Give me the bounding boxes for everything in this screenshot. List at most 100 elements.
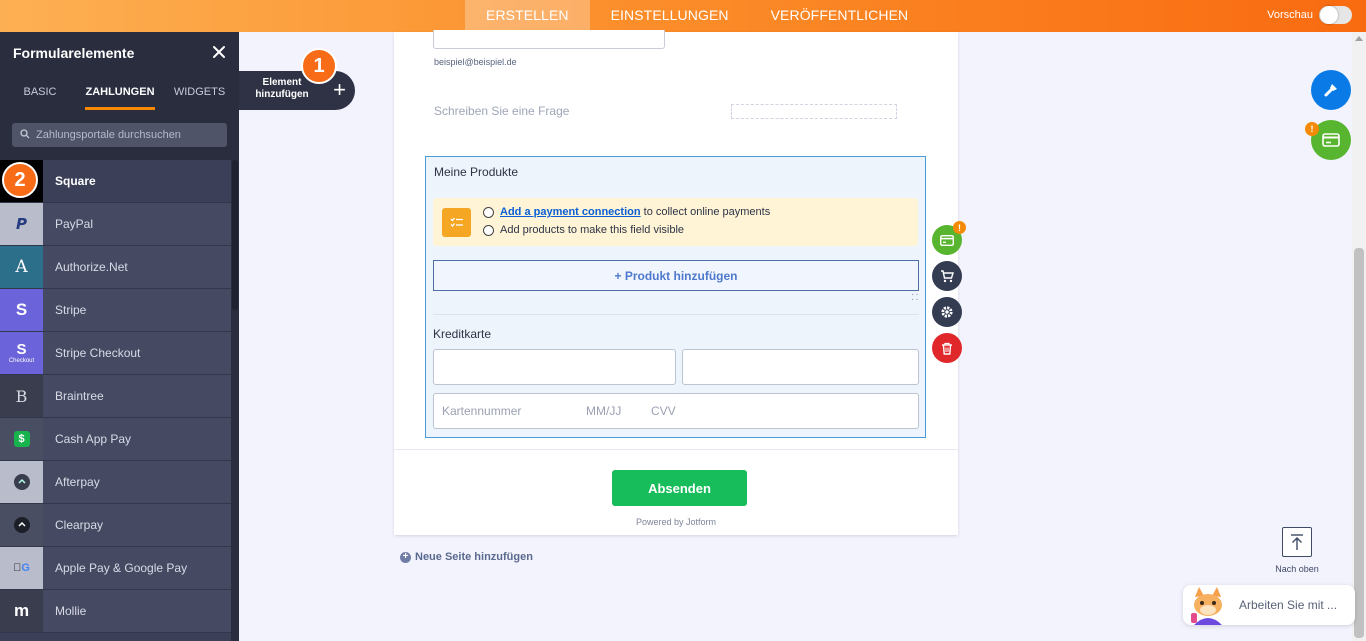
plus-icon: + xyxy=(333,77,346,102)
credit-card-label: Kreditkarte xyxy=(433,327,492,341)
expiry-placeholder: MM/JJ xyxy=(586,404,622,418)
list-item-label: PayPal xyxy=(55,217,94,231)
divider xyxy=(394,449,958,450)
list-item-label: Stripe xyxy=(55,303,87,317)
divider xyxy=(433,314,919,315)
list-item-label: Mollie xyxy=(55,604,87,618)
notice-line-2: Add products to make this field visible xyxy=(483,224,684,236)
preview-control: Vorschau xyxy=(1267,6,1352,24)
payment-gateway-list: Square P PayPal A Authorize.Net S Stripe… xyxy=(0,160,231,633)
preview-toggle[interactable] xyxy=(1319,6,1352,24)
empty-answer-placeholder xyxy=(731,104,897,119)
checklist-icon xyxy=(442,208,471,237)
list-item-label: Authorize.Net xyxy=(55,260,128,274)
card-number-placeholder: Kartennummer xyxy=(442,404,522,418)
toggle-knob xyxy=(1320,6,1338,24)
main-tabs: ERSTELLEN EINSTELLUNGEN VERÖFFENTLICHEN xyxy=(465,0,929,32)
notice-line-1: Add a payment connection to collect onli… xyxy=(483,206,770,218)
ai-assistant-chat[interactable]: Arbeiten Sie mit ... xyxy=(1183,585,1355,625)
add-product-button[interactable]: + Produkt hinzufügen xyxy=(433,260,919,291)
preview-label: Vorschau xyxy=(1267,9,1313,21)
scroll-up-arrow-icon[interactable] xyxy=(1355,36,1363,41)
tab-basic[interactable]: BASIC xyxy=(0,74,80,113)
drag-handle-icon[interactable]: ·· ·· xyxy=(911,290,920,305)
add-element-label-line2: hinzufügen xyxy=(255,89,309,100)
card-number-input[interactable]: Kartennummer MM/JJ CVV xyxy=(433,393,919,429)
close-icon[interactable] xyxy=(212,43,226,64)
add-payment-connection-link[interactable]: Add a payment connection xyxy=(500,206,641,218)
sidebar-header: Formularelemente xyxy=(0,32,239,74)
form-elements-sidebar: Formularelemente BASIC ZAHLUNGEN WIDGETS… xyxy=(0,32,239,641)
list-item-label: Braintree xyxy=(55,389,104,403)
list-item-label: Stripe Checkout xyxy=(55,346,141,360)
step-badge-1: 1 xyxy=(301,48,337,84)
list-item-stripe[interactable]: S Stripe xyxy=(0,289,231,332)
sidebar-scrollbar[interactable] xyxy=(231,160,239,641)
stripe-checkout-sublabel: Checkout xyxy=(8,357,35,364)
tab-zahlungen[interactable]: ZAHLUNGEN xyxy=(80,74,160,113)
stripe-checkout-icon: S Checkout xyxy=(0,332,43,374)
plus-circle-icon: + xyxy=(400,551,411,563)
paypal-icon: P xyxy=(0,203,43,245)
list-item-mollie[interactable]: m Mollie xyxy=(0,590,231,633)
list-item-label: Afterpay xyxy=(55,475,100,489)
tab-einstellungen[interactable]: EINSTELLUNGEN xyxy=(590,0,750,32)
cash-app-icon: $ xyxy=(0,418,43,460)
afterpay-icon xyxy=(0,461,43,503)
list-item-cash-app[interactable]: $ Cash App Pay xyxy=(0,418,231,461)
list-item-label: Apple Pay & Google Pay xyxy=(55,561,188,575)
list-item-authorize-net[interactable]: A Authorize.Net xyxy=(0,246,231,289)
ai-avatar-icon xyxy=(1189,585,1227,625)
mollie-icon: m xyxy=(0,590,43,632)
search-icon xyxy=(20,126,30,144)
form-canvas: beispiel@beispiel.de Schreiben Sie eine … xyxy=(394,30,958,535)
list-item-afterpay[interactable]: Afterpay xyxy=(0,461,231,504)
cardholder-first-name-input[interactable] xyxy=(433,349,676,385)
sidebar-title: Formularelemente xyxy=(13,45,135,61)
cart-button[interactable] xyxy=(932,261,962,291)
email-field[interactable] xyxy=(433,30,665,49)
payment-notice: Add a payment connection to collect onli… xyxy=(433,198,918,246)
gear-icon[interactable] xyxy=(932,297,962,327)
notice-line-2-text: Add products to make this field visible xyxy=(500,224,685,236)
tab-veroeffentlichen[interactable]: VERÖFFENTLICHEN xyxy=(750,0,930,32)
back-to-top-label: Nach oben xyxy=(1275,564,1319,574)
cvv-placeholder: CVV xyxy=(651,404,676,418)
list-item-label: Square xyxy=(55,174,96,188)
delete-button[interactable] xyxy=(932,333,962,363)
scrollbar-thumb[interactable] xyxy=(1354,248,1364,638)
email-sublabel: beispiel@beispiel.de xyxy=(434,57,517,67)
radio-icon xyxy=(483,206,494,218)
list-item-stripe-checkout[interactable]: S Checkout Stripe Checkout xyxy=(0,332,231,375)
submit-button[interactable]: Absenden xyxy=(612,470,747,506)
list-item-label: Cash App Pay xyxy=(55,432,132,446)
form-designer-button[interactable] xyxy=(1311,70,1351,110)
ai-chat-text: Arbeiten Sie mit ... xyxy=(1239,598,1338,612)
scrollbar-thumb[interactable] xyxy=(232,160,238,310)
sidebar-search-area xyxy=(0,113,239,160)
tab-widgets[interactable]: WIDGETS xyxy=(160,74,239,113)
powered-by-text: Powered by Jotform xyxy=(635,517,717,527)
page-scrollbar[interactable] xyxy=(1352,32,1366,641)
cardholder-last-name-input[interactable] xyxy=(682,349,919,385)
add-new-page-link[interactable]: + Neue Seite hinzufügen xyxy=(400,551,533,563)
list-item-paypal[interactable]: P PayPal xyxy=(0,203,231,246)
new-page-label: Neue Seite hinzufügen xyxy=(415,551,533,563)
list-item-clearpay[interactable]: Clearpay xyxy=(0,504,231,547)
back-to-top-button[interactable]: Nach oben xyxy=(1274,527,1320,574)
arrow-up-icon xyxy=(1282,527,1312,557)
notice-line-1-text: to collect online payments xyxy=(643,206,771,218)
question-placeholder[interactable]: Schreiben Sie eine Frage xyxy=(434,104,569,118)
product-field-title: Meine Produkte xyxy=(434,165,519,179)
add-element-button[interactable]: Element hinzufügen + xyxy=(239,71,355,110)
warning-badge: ! xyxy=(953,221,966,234)
payment-search-input[interactable] xyxy=(36,129,216,141)
tab-erstellen[interactable]: ERSTELLEN xyxy=(465,0,590,32)
sidebar-tabs: BASIC ZAHLUNGEN WIDGETS xyxy=(0,74,239,113)
list-item-braintree[interactable]: B Braintree xyxy=(0,375,231,418)
stripe-icon: S xyxy=(0,289,43,331)
product-list-field[interactable]: Meine Produkte Add a payment connection … xyxy=(425,156,926,438)
authorize-net-icon: A xyxy=(0,246,43,288)
list-item-apple-google-pay[interactable]: G Apple Pay & Google Pay xyxy=(0,547,231,590)
payment-search-box xyxy=(12,123,227,147)
